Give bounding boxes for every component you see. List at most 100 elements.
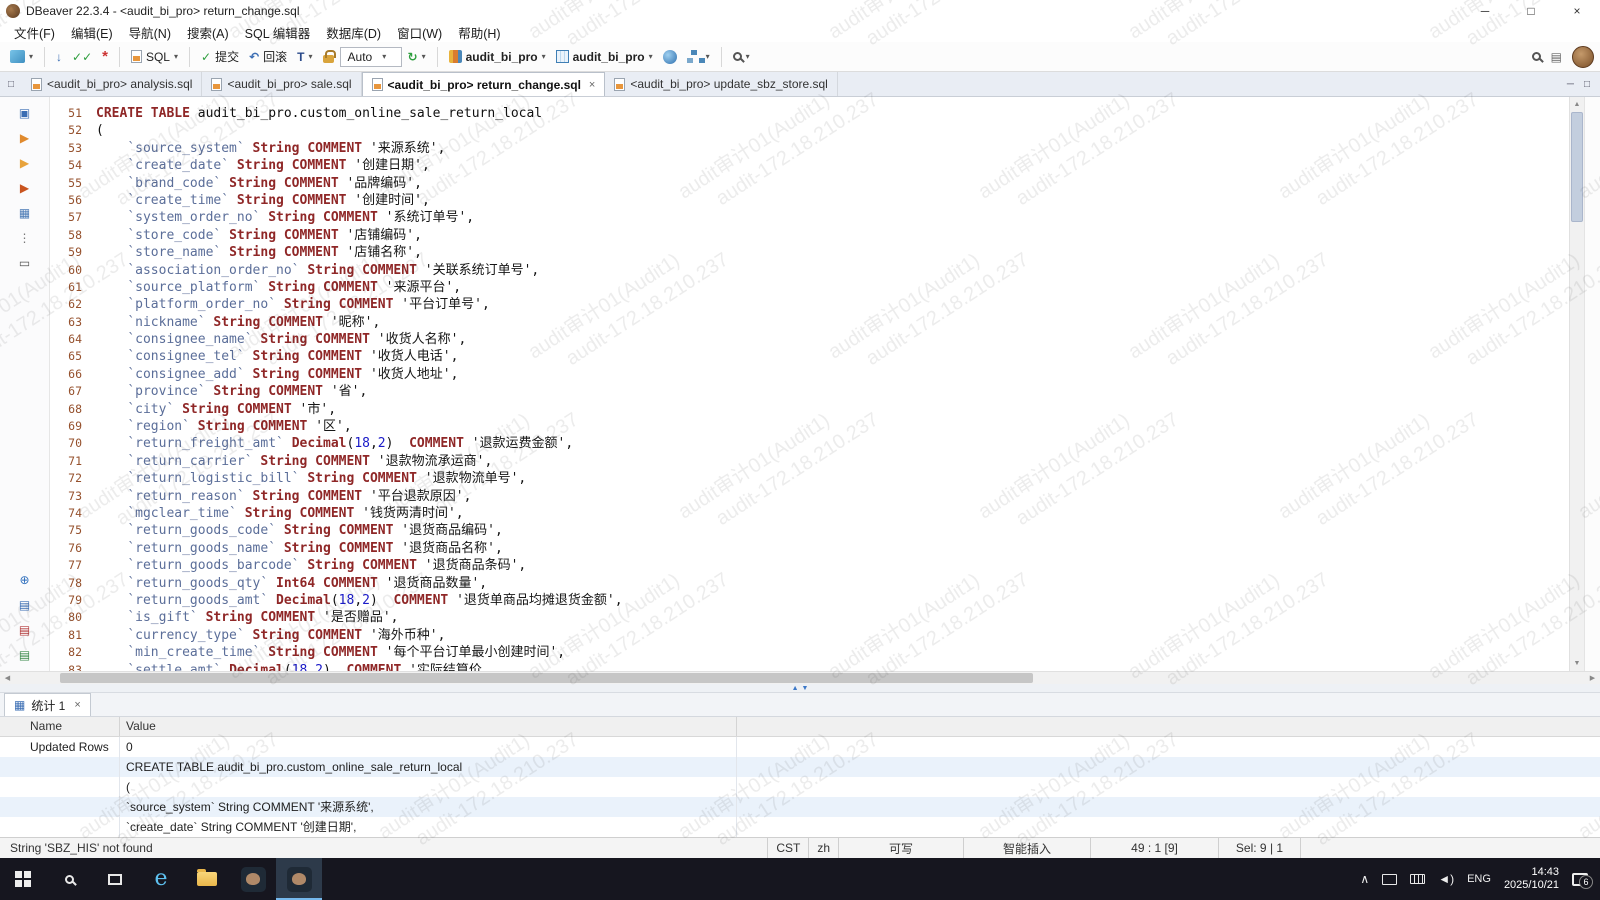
vertical-scrollbar[interactable]: ▲ ▼: [1569, 97, 1584, 671]
rollback-button[interactable]: ↶ 回滚: [245, 45, 291, 68]
close-button[interactable]: ×: [1554, 0, 1600, 22]
sql-menu-button[interactable]: SQL ▾: [127, 47, 182, 67]
restore-editor-icon[interactable]: □: [0, 72, 22, 96]
tab-statistics[interactable]: ▦ 统计 1 ×: [4, 693, 91, 716]
stats-row[interactable]: `create_date` String COMMENT '创建日期',: [0, 817, 1600, 837]
menu-item-window[interactable]: 窗口(W): [389, 21, 450, 44]
column-header-value[interactable]: Value: [120, 717, 737, 736]
explain-plan-icon[interactable]: ▦: [16, 205, 34, 221]
lock-button[interactable]: [319, 47, 338, 66]
rollback-icon: ↶: [249, 50, 259, 64]
panel-splitter[interactable]: ▲ ▼: [0, 684, 1600, 693]
menu-item-sql-editor[interactable]: SQL 编辑器: [237, 21, 319, 44]
menu-item-search[interactable]: 搜索(A): [179, 21, 237, 44]
stats-row[interactable]: `source_system` String COMMENT '来源系统',: [0, 797, 1600, 817]
scroll-left-icon[interactable]: ◀: [0, 672, 15, 684]
taskbar-search-button[interactable]: [46, 858, 92, 900]
chevron-down-icon: ▾: [422, 52, 426, 61]
volume-icon[interactable]: ◄): [1438, 872, 1454, 886]
menu-item-database[interactable]: 数据库(D): [318, 21, 389, 44]
double-check-button[interactable]: ✓✓: [68, 47, 96, 67]
line-number: 71: [50, 453, 96, 470]
sql-editor-icon[interactable]: ▣: [16, 105, 34, 121]
editor-tab-update-sbz-store[interactable]: <audit_bi_pro> update_sbz_store.sql: [605, 72, 837, 96]
tray-keyboard-icon[interactable]: [1410, 874, 1425, 884]
column-header-name[interactable]: Name: [0, 717, 120, 736]
line-number: 72: [50, 470, 96, 487]
schema-select[interactable]: audit_bi_pro ▾: [552, 47, 657, 67]
menu-item-help[interactable]: 帮助(H): [450, 21, 508, 44]
horizontal-scrollbar[interactable]: ◀ ▶: [0, 671, 1600, 684]
stats-row[interactable]: Updated Rows0: [0, 737, 1600, 757]
editor-tab-sale[interactable]: <audit_bi_pro> sale.sql: [202, 72, 361, 96]
scroll-up-icon[interactable]: ▲: [1570, 97, 1584, 112]
status-item-caret-position[interactable]: 49 : 1 [9]: [1090, 838, 1218, 858]
open-script-icon[interactable]: ▤: [16, 597, 34, 613]
tab-close-icon[interactable]: ×: [589, 79, 595, 91]
maximize-view-icon[interactable]: □: [1584, 79, 1590, 90]
language-indicator[interactable]: ENG: [1467, 873, 1491, 885]
panel-tab-close-icon[interactable]: ×: [74, 699, 80, 711]
status-message: String 'SBZ_HIS' not found: [0, 838, 767, 858]
commit-button[interactable]: ✓ 提交: [197, 45, 243, 68]
quick-search-button[interactable]: [1528, 49, 1545, 64]
minimize-view-icon[interactable]: ─: [1567, 79, 1574, 90]
navigator-button[interactable]: [659, 47, 681, 67]
toolbar-separator: [721, 47, 722, 67]
code-line: 67 `province` String COMMENT '省',: [50, 383, 1569, 400]
statistics-panel: ▦ 统计 1 × Name Value Updated Rows0CREATE …: [0, 693, 1600, 837]
transaction-mode-button[interactable]: T ▾: [293, 47, 316, 67]
execute-script-icon[interactable]: ▶: [16, 180, 34, 196]
transaction-log-button[interactable]: ↻ ▾: [404, 47, 430, 67]
console-output-icon[interactable]: ▭: [16, 255, 34, 271]
action-center-button[interactable]: 6: [1572, 873, 1588, 886]
splitter-down-icon[interactable]: ▼: [802, 685, 809, 692]
new-script-icon[interactable]: ▤: [16, 647, 34, 663]
database-select[interactable]: audit_bi_pro ▾: [445, 47, 550, 67]
new-connection-button[interactable]: ▾: [6, 47, 37, 66]
task-view-button[interactable]: [92, 858, 138, 900]
start-button[interactable]: [0, 858, 46, 900]
fetch-button[interactable]: ↓: [52, 47, 66, 67]
outline-icon[interactable]: ⋮: [16, 230, 34, 246]
maximize-button[interactable]: □: [1508, 0, 1554, 22]
sql-editor[interactable]: 51CREATE TABLE audit_bi_pro.custom_onlin…: [50, 97, 1569, 671]
horizontal-scrollbar-thumb[interactable]: [60, 673, 1033, 683]
taskbar-ie-button[interactable]: e: [138, 858, 184, 900]
er-diagram-button[interactable]: ▾: [683, 47, 714, 66]
taskbar-dbeaver-active-button[interactable]: [276, 858, 322, 900]
line-number: 70: [50, 435, 96, 452]
asterisk-button[interactable]: *: [98, 49, 112, 65]
line-number: 53: [50, 140, 96, 157]
scroll-down-icon[interactable]: ▼: [1570, 656, 1584, 671]
taskbar-clock[interactable]: 14:43 2025/10/21: [1504, 866, 1559, 892]
search-menu-button[interactable]: ▾: [729, 49, 754, 64]
windows-logo-icon: [15, 871, 31, 887]
minimize-button[interactable]: ─: [1462, 0, 1508, 22]
menu-item-file[interactable]: 文件(F): [6, 21, 63, 44]
splitter-up-icon[interactable]: ▲: [792, 685, 799, 692]
taskbar-dbeaver-button[interactable]: [230, 858, 276, 900]
vertical-scrollbar-track[interactable]: [1570, 112, 1584, 656]
save-script-icon[interactable]: ▤: [16, 622, 34, 638]
horizontal-scrollbar-track[interactable]: [15, 672, 1585, 684]
tray-display-icon[interactable]: [1382, 874, 1397, 885]
code-text: `brand_code` String COMMENT '品牌编码',: [96, 175, 422, 192]
tray-expand-icon[interactable]: ∧: [1360, 872, 1369, 886]
editor-tab-analysis[interactable]: <audit_bi_pro> analysis.sql: [22, 72, 202, 96]
perspective-button[interactable]: ▤: [1547, 47, 1566, 67]
execute-statement-icon[interactable]: ▶: [16, 130, 34, 146]
menu-item-edit[interactable]: 编辑(E): [63, 21, 121, 44]
settings-icon[interactable]: ⊕: [16, 572, 34, 588]
line-number: 59: [50, 244, 96, 261]
vertical-scrollbar-thumb[interactable]: [1571, 112, 1583, 222]
scroll-right-icon[interactable]: ▶: [1585, 672, 1600, 684]
line-number: 79: [50, 592, 96, 609]
commit-mode-select[interactable]: Auto ▾: [340, 47, 402, 67]
stats-row[interactable]: CREATE TABLE audit_bi_pro.custom_online_…: [0, 757, 1600, 777]
execute-statement-new-tab-icon[interactable]: ▶: [16, 155, 34, 171]
taskbar-explorer-button[interactable]: [184, 858, 230, 900]
menu-item-navigate[interactable]: 导航(N): [121, 21, 179, 44]
stats-row[interactable]: (: [0, 777, 1600, 797]
editor-tab-return-change[interactable]: <audit_bi_pro> return_change.sql×: [362, 72, 606, 96]
